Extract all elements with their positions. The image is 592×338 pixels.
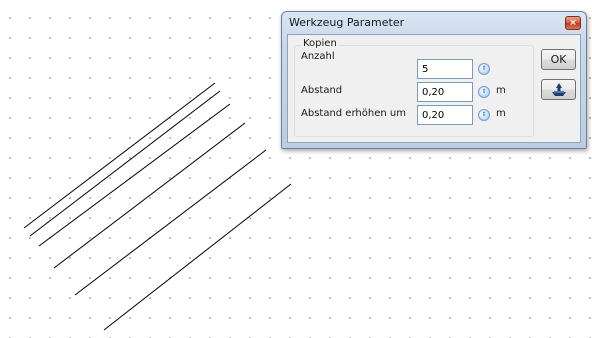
copies-group: Kopien Anzahl ⇕ Abstand ⇕ m Abstand erhö… <box>294 38 534 137</box>
spacing-increment-label: Abstand erhöhen um <box>301 108 406 119</box>
spin-arrows-icon: ⇕ <box>481 65 487 72</box>
spacing-spinner[interactable]: ⇕ <box>478 86 490 98</box>
pick-tool-button[interactable] <box>541 79 576 100</box>
spacing-unit: m <box>496 85 506 96</box>
drawn-line[interactable] <box>38 103 231 247</box>
drawn-line[interactable] <box>23 82 216 229</box>
dialog-body: Kopien Anzahl ⇕ Abstand ⇕ m Abstand erhö… <box>287 34 581 143</box>
count-spinner[interactable]: ⇕ <box>478 63 490 75</box>
drawn-line[interactable] <box>74 149 267 296</box>
count-label: Anzahl <box>301 51 335 62</box>
spacing-increment-spinner[interactable]: ⇕ <box>478 109 490 121</box>
close-button[interactable]: × <box>565 16 581 30</box>
spin-arrows-icon: ⇕ <box>481 88 487 95</box>
spacing-input[interactable] <box>417 82 473 102</box>
dialog-titlebar[interactable]: Werkzeug Parameter × <box>282 12 586 34</box>
tool-parameter-dialog: Werkzeug Parameter × Kopien Anzahl ⇕ Abs… <box>281 11 587 149</box>
spin-arrows-icon: ⇕ <box>481 111 487 118</box>
spacing-increment-unit: m <box>496 108 506 119</box>
pick-tool-icon <box>551 83 566 96</box>
ok-button[interactable]: OK <box>541 49 576 70</box>
group-label-copies: Kopien <box>301 38 339 49</box>
drawn-line[interactable] <box>103 183 292 331</box>
spacing-label: Abstand <box>301 85 343 96</box>
dialog-title: Werkzeug Parameter <box>289 16 405 29</box>
spacing-increment-input[interactable] <box>417 105 473 125</box>
close-icon: × <box>569 18 577 28</box>
count-input[interactable] <box>417 59 473 79</box>
